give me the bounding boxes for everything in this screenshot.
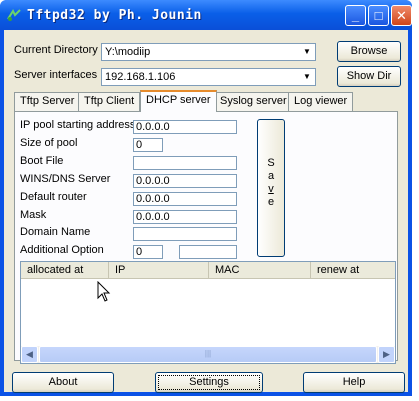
wins-dns-field[interactable]: 0.0.0.0 <box>133 174 237 188</box>
settings-label: Settings <box>189 376 229 388</box>
app-icon <box>7 8 21 21</box>
tab-tftp-server[interactable]: Tftp Server <box>14 92 81 111</box>
tab-dhcp-server[interactable]: DHCP server <box>140 90 217 112</box>
save-letter: e <box>267 196 275 208</box>
leases-list[interactable]: allocated at IP MAC renew at ◀ ||| ▶ <box>20 261 396 364</box>
mouse-cursor-icon <box>97 281 111 302</box>
column-ip[interactable]: IP <box>109 262 209 279</box>
boot-file-label: Boot File <box>20 155 64 167</box>
show-dir-label: Show Dir <box>346 70 392 82</box>
help-label: Help <box>342 376 366 388</box>
server-interfaces-value: 192.168.1.106 <box>105 71 176 83</box>
save-letter: v <box>268 183 274 195</box>
column-allocated-at[interactable]: allocated at <box>21 262 109 279</box>
tab-syslog-server[interactable]: Syslog server <box>214 92 293 111</box>
default-router-field[interactable]: 0.0.0.0 <box>133 192 237 206</box>
window-title: Tftpd32 by Ph. Jounin <box>27 8 202 23</box>
browse-label: Browse <box>350 45 388 57</box>
mask-label: Mask <box>20 209 47 221</box>
save-button[interactable]: S a v e <box>257 119 285 257</box>
additional-option-label: Additional Option <box>20 244 104 256</box>
scroll-left-icon[interactable]: ◀ <box>21 346 38 363</box>
mask-field[interactable]: 0.0.0.0 <box>133 210 237 224</box>
additional-option-code-field[interactable]: 0 <box>133 245 163 259</box>
chevron-down-icon[interactable]: ▼ <box>299 44 315 60</box>
about-button[interactable]: About <box>12 372 114 393</box>
minimize-button[interactable]: _ <box>345 5 366 26</box>
boot-file-field[interactable] <box>133 156 237 170</box>
about-label: About <box>48 376 78 388</box>
horizontal-scrollbar[interactable]: ◀ ||| ▶ <box>21 346 395 363</box>
wins-dns-label: WINS/DNS Server <box>20 173 111 185</box>
leases-header: allocated at IP MAC renew at <box>21 262 395 279</box>
server-interfaces-combo[interactable]: 192.168.1.106 ▼ <box>101 68 316 86</box>
app-window: Tftpd32 by Ph. Jounin _ □ ✕ Current Dire… <box>0 0 412 396</box>
default-router-label: Default router <box>20 191 87 203</box>
server-interfaces-label: Server interfaces <box>14 69 98 81</box>
current-directory-value: Y:\modiip <box>105 46 151 58</box>
settings-button[interactable]: Settings <box>155 372 263 393</box>
tab-tftp-client[interactable]: Tftp Client <box>78 92 141 111</box>
domain-name-label: Domain Name <box>20 226 91 238</box>
show-dir-button[interactable]: Show Dir <box>337 66 401 87</box>
additional-option-value-field[interactable] <box>179 245 237 259</box>
current-directory-combo[interactable]: Y:\modiip ▼ <box>101 43 316 61</box>
save-letter: S <box>267 157 275 169</box>
help-button[interactable]: Help <box>303 372 405 393</box>
scroll-right-icon[interactable]: ▶ <box>378 346 395 363</box>
pool-size-label: Size of pool <box>20 137 78 149</box>
domain-name-field[interactable] <box>133 227 237 241</box>
save-letter: a <box>267 170 275 182</box>
chevron-down-icon[interactable]: ▼ <box>299 69 315 85</box>
ip-pool-label: IP pool starting address <box>20 119 136 131</box>
tab-log-viewer[interactable]: Log viewer <box>288 92 354 111</box>
title-bar[interactable]: Tftpd32 by Ph. Jounin _ □ ✕ <box>0 0 412 30</box>
browse-button[interactable]: Browse <box>337 41 401 62</box>
ip-pool-field[interactable]: 0.0.0.0 <box>133 120 237 134</box>
column-renew-at[interactable]: renew at <box>311 262 395 279</box>
pool-size-field[interactable]: 0 <box>133 138 163 152</box>
column-mac[interactable]: MAC <box>209 262 311 279</box>
maximize-button[interactable]: □ <box>368 5 389 26</box>
close-button[interactable]: ✕ <box>391 5 412 26</box>
current-directory-label: Current Directory <box>14 44 98 56</box>
scroll-thumb[interactable]: ||| <box>39 346 377 363</box>
